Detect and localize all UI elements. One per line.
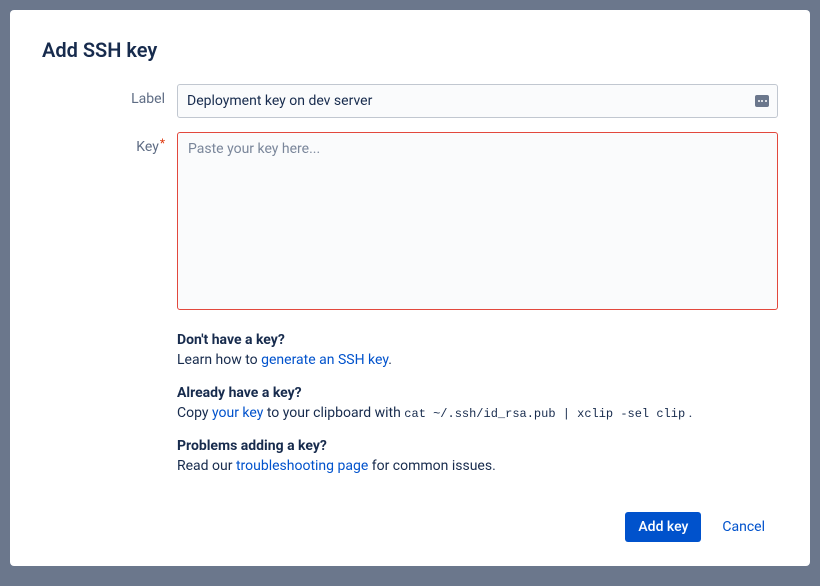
label-input-wrap	[177, 84, 778, 118]
label-row: Label	[42, 84, 778, 118]
key-field-label-text: Key	[136, 139, 159, 155]
cancel-button[interactable]: Cancel	[709, 512, 778, 542]
help-no-key: Don't have a key? Learn how to generate …	[177, 332, 778, 371]
help-have-key-heading: Already have a key?	[177, 385, 778, 401]
input-suggestion-icon[interactable]	[754, 93, 770, 109]
modal-title: Add SSH key	[42, 38, 778, 62]
help-no-key-heading: Don't have a key?	[177, 332, 778, 348]
add-key-button[interactable]: Add key	[625, 512, 701, 542]
troubleshooting-link[interactable]: troubleshooting page	[236, 458, 368, 474]
help-problems-heading: Problems adding a key?	[177, 438, 778, 454]
key-row: Key*	[42, 132, 778, 314]
add-ssh-key-modal: Add SSH key Label Key* Don't have a key?	[10, 10, 810, 566]
key-textarea-wrap	[177, 132, 778, 314]
help-problems: Problems adding a key? Read our troubles…	[177, 438, 778, 477]
required-asterisk: *	[160, 136, 165, 150]
label-input[interactable]	[177, 84, 778, 118]
help-problems-text: Read our troubleshooting page for common…	[177, 456, 778, 477]
help-section: Don't have a key? Learn how to generate …	[177, 332, 778, 491]
help-have-key-text: Copy your key to your clipboard with cat…	[177, 403, 778, 424]
your-key-link[interactable]: your key	[212, 405, 263, 421]
copy-command-code: cat ~/.ssh/id_rsa.pub | xclip -sel clip	[404, 407, 685, 421]
key-field-label: Key*	[42, 132, 177, 155]
help-no-key-text: Learn how to generate an SSH key.	[177, 350, 778, 371]
help-have-key: Already have a key? Copy your key to you…	[177, 385, 778, 424]
label-field-label: Label	[42, 84, 177, 107]
modal-footer: Add key Cancel	[42, 492, 778, 542]
key-textarea[interactable]	[177, 132, 778, 310]
generate-ssh-key-link[interactable]: generate an SSH key	[261, 352, 388, 368]
